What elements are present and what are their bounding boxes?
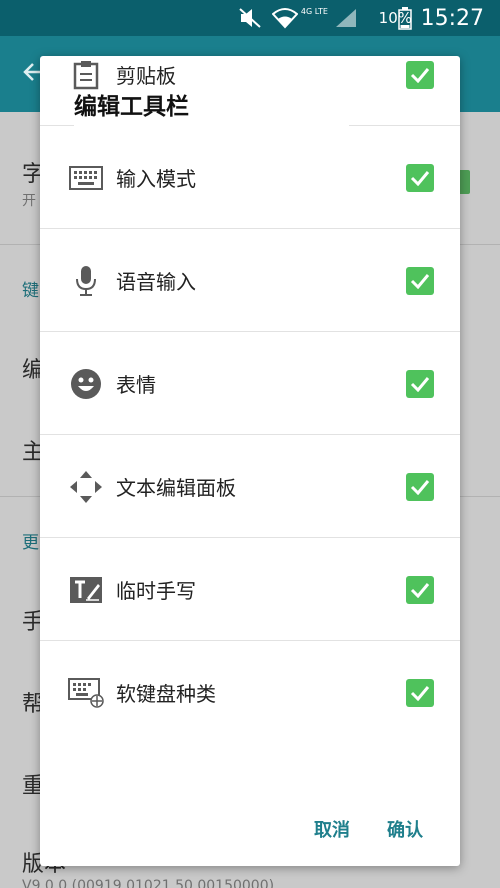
cancel-button[interactable]: 取消 xyxy=(314,816,350,842)
option-label: 临时手写 xyxy=(116,579,196,603)
battery-icon xyxy=(398,0,412,36)
checkbox-checked[interactable] xyxy=(406,679,434,707)
option-row-emoji[interactable]: 表情 xyxy=(40,332,460,435)
bg-row-sub: V9.0.0 (00919.01021.50.00150000) xyxy=(22,878,275,888)
bg-section-header: 更 xyxy=(22,533,39,553)
clipboard-icon xyxy=(68,57,104,93)
confirm-button[interactable]: 确认 xyxy=(387,816,423,842)
option-label: 表情 xyxy=(116,373,156,397)
checkbox-checked[interactable] xyxy=(406,370,434,398)
handwriting-icon xyxy=(68,572,104,608)
dialog-title: 编辑工具栏 xyxy=(74,92,349,126)
mute-icon xyxy=(238,0,262,36)
edit-toolbar-dialog: 剪贴板 输入模式 语音输入 表情 文本编辑面板 临时手写 软键盘种类 编辑工具栏… xyxy=(40,56,460,866)
option-row-handwriting[interactable]: 临时手写 xyxy=(40,538,460,641)
dialog-actions: 取消 确认 xyxy=(40,816,460,866)
option-label: 文本编辑面板 xyxy=(116,476,236,500)
microphone-icon xyxy=(68,263,104,299)
checkbox-checked[interactable] xyxy=(406,164,434,192)
keyboard-type-icon xyxy=(68,675,104,711)
checkbox-checked[interactable] xyxy=(406,576,434,604)
wifi-icon xyxy=(272,0,298,36)
option-label: 语音输入 xyxy=(116,270,196,294)
network-type: 4G LTE xyxy=(300,6,328,16)
text-edit-arrows-icon xyxy=(68,469,104,505)
clock: 15:27 xyxy=(420,5,484,31)
signal-icon xyxy=(334,0,358,36)
option-label: 软键盘种类 xyxy=(116,682,216,706)
checkbox-checked[interactable] xyxy=(406,267,434,295)
checkbox-checked[interactable] xyxy=(406,473,434,501)
option-row-input-mode[interactable]: 输入模式 xyxy=(40,126,460,229)
bg-section-header: 键 xyxy=(22,281,39,301)
option-row-text-edit-panel[interactable]: 文本编辑面板 xyxy=(40,435,460,538)
keyboard-icon xyxy=(68,160,104,196)
emoji-icon xyxy=(68,366,104,402)
checkbox-checked[interactable] xyxy=(406,61,434,89)
status-bar: 4G LTE 10% 15:27 xyxy=(0,0,500,36)
option-label: 输入模式 xyxy=(116,167,196,191)
option-row-voice-input[interactable]: 语音输入 xyxy=(40,229,460,332)
option-list[interactable]: 剪贴板 输入模式 语音输入 表情 文本编辑面板 临时手写 软键盘种类 xyxy=(40,56,460,816)
bg-row-sub: 开 xyxy=(22,193,36,209)
option-row-keyboard-type[interactable]: 软键盘种类 xyxy=(40,641,460,744)
